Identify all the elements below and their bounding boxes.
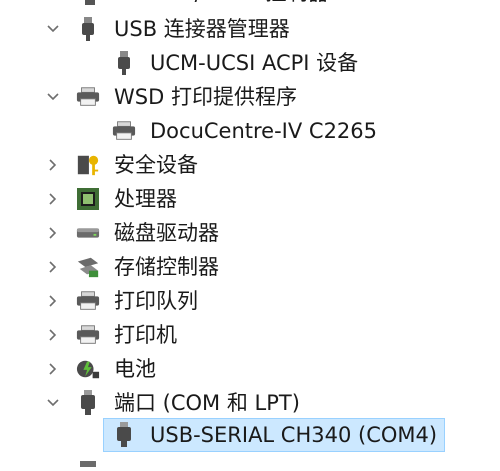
security-key-icon: [76, 153, 100, 177]
tree-row-security-devices[interactable]: 安全设备: [0, 148, 500, 182]
tree-row-ucm-ucsi[interactable]: UCM-UCSI ACPI 设备: [0, 46, 500, 80]
tree-label-ide: IDE ATA/ATAPI 控制器: [114, 0, 329, 8]
printer-icon: [112, 119, 136, 143]
tree-label-ucm-ucsi: UCM-UCSI ACPI 设备: [150, 51, 359, 75]
tree-label-storage-controllers: 存储控制器: [114, 255, 219, 279]
controller-icon: [78, 0, 102, 6]
tree-row-printers[interactable]: 打印机: [0, 318, 500, 352]
tree-label-wsd-print-provider: WSD 打印提供程序: [114, 85, 297, 109]
chevron-right-icon[interactable]: [44, 326, 62, 344]
tree-label-disk-drives: 磁盘驱动器: [114, 221, 219, 245]
printer-icon: [76, 323, 100, 347]
port-connector-icon: [112, 422, 136, 447]
tree-label-batteries: 电池: [114, 357, 156, 381]
chevron-right-icon[interactable]: [44, 292, 62, 310]
tree-label-processors: 处理器: [114, 187, 177, 211]
tree-row-disk-drives[interactable]: 磁盘驱动器: [0, 216, 500, 250]
storage-controller-icon: [76, 255, 100, 279]
tree-row-usb-connector-manager[interactable]: USB 连接器管理器: [0, 12, 500, 46]
chevron-right-icon[interactable]: [44, 224, 62, 242]
chevron-right-icon[interactable]: [44, 360, 62, 378]
tree-row-docucentre[interactable]: DocuCentre-IV C2265: [0, 114, 500, 148]
tree-label-usb-serial-ch340: USB-SERIAL CH340 (COM4): [150, 423, 438, 447]
tree-row-ports[interactable]: 端口 (COM 和 LPT): [0, 386, 500, 420]
usb-plug-icon: [112, 51, 136, 75]
chevron-right-icon[interactable]: [44, 258, 62, 276]
disk-drive-icon: [76, 221, 100, 245]
tree-row-processors[interactable]: 处理器: [0, 182, 500, 216]
tree-label-docucentre: DocuCentre-IV C2265: [150, 119, 378, 143]
processor-chip-icon: [76, 187, 100, 211]
battery-icon: [76, 357, 100, 381]
chevron-down-icon[interactable]: [44, 394, 62, 412]
chevron-down-icon[interactable]: [44, 88, 62, 106]
printer-icon: [76, 85, 100, 109]
usb-plug-icon: [76, 17, 100, 41]
tree-label-print-queues: 打印队列: [114, 289, 198, 313]
chevron-right-icon[interactable]: [44, 190, 62, 208]
tree-row-print-queues[interactable]: 打印队列: [0, 284, 500, 318]
tree-label-security-devices: 安全设备: [114, 153, 198, 177]
chevron-right-icon[interactable]: [44, 156, 62, 174]
tree-label-printers: 打印机: [114, 323, 177, 347]
tree-row-wsd-print-provider[interactable]: WSD 打印提供程序: [0, 80, 500, 114]
tree-row-storage-controllers[interactable]: 存储控制器: [0, 250, 500, 284]
tree-row-partial-bottom[interactable]: [78, 452, 102, 467]
tree-row-batteries[interactable]: 电池: [0, 352, 500, 386]
tree-row-usb-serial-ch340[interactable]: USB-SERIAL CH340 (COM4): [0, 418, 500, 452]
chevron-down-icon[interactable]: [44, 20, 62, 38]
tree-row-ide-partial[interactable]: IDE ATA/ATAPI 控制器: [0, 0, 500, 8]
tree-label-usb-connector-manager: USB 连接器管理器: [114, 17, 290, 41]
printer-icon: [76, 289, 100, 313]
port-connector-icon: [76, 390, 100, 415]
tree-label-ports: 端口 (COM 和 LPT): [114, 391, 300, 415]
device-manager-tree: IDE ATA/ATAPI 控制器 USB 连接器管理器 UCM-UCSI AC…: [0, 0, 500, 467]
